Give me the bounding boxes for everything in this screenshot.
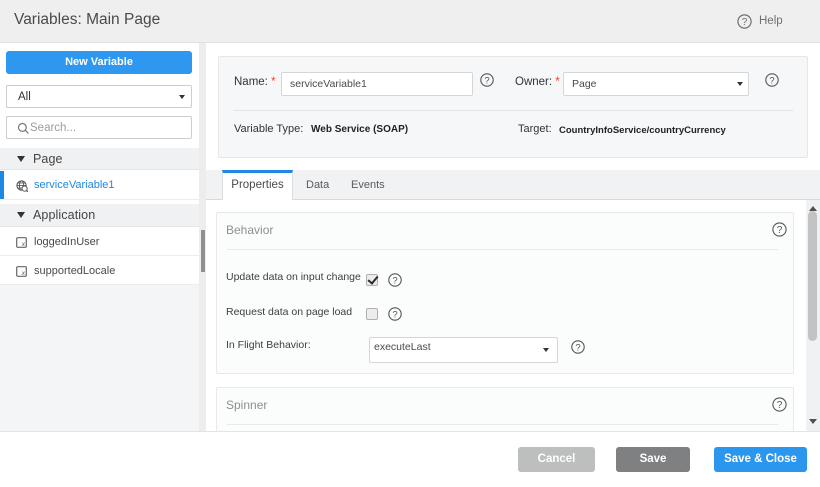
svg-text:?: ? <box>484 75 489 86</box>
svg-text:?: ? <box>777 225 783 236</box>
svg-text:?: ? <box>769 75 774 86</box>
svg-text:?: ? <box>742 17 748 28</box>
svg-text:?: ? <box>392 275 397 286</box>
svg-text:?: ? <box>777 400 783 411</box>
svg-text:x: x <box>21 241 26 248</box>
svg-text:?: ? <box>392 309 397 320</box>
svg-text:?: ? <box>575 342 580 353</box>
svg-text:x: x <box>21 270 26 277</box>
